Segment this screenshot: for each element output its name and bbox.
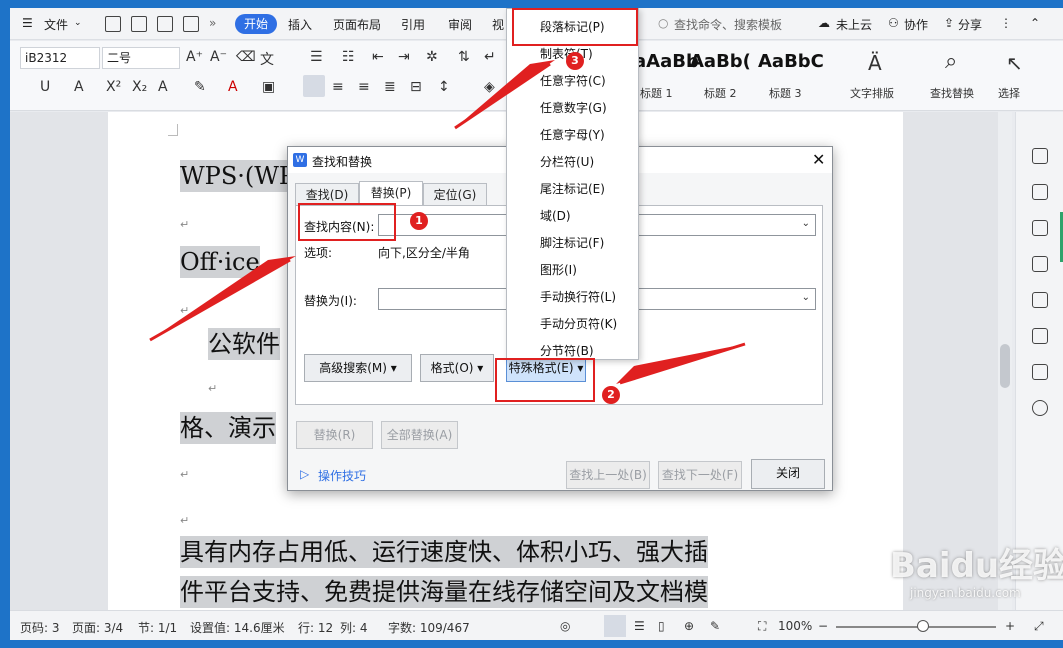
wps-window: ☰ 文件 ⌄ » 开始 插入 页面布局 引用 审阅 视 ○ 查找命令、搜索模板 … [10,8,1063,640]
watermark-url: jingyan.baidu.com [910,586,1021,600]
arrow-1-shaft [149,258,291,342]
arrow-3-shaft [454,62,551,130]
watermark-logo: Baidu经验 [890,546,1063,586]
arrow-2-shaft [619,342,746,385]
